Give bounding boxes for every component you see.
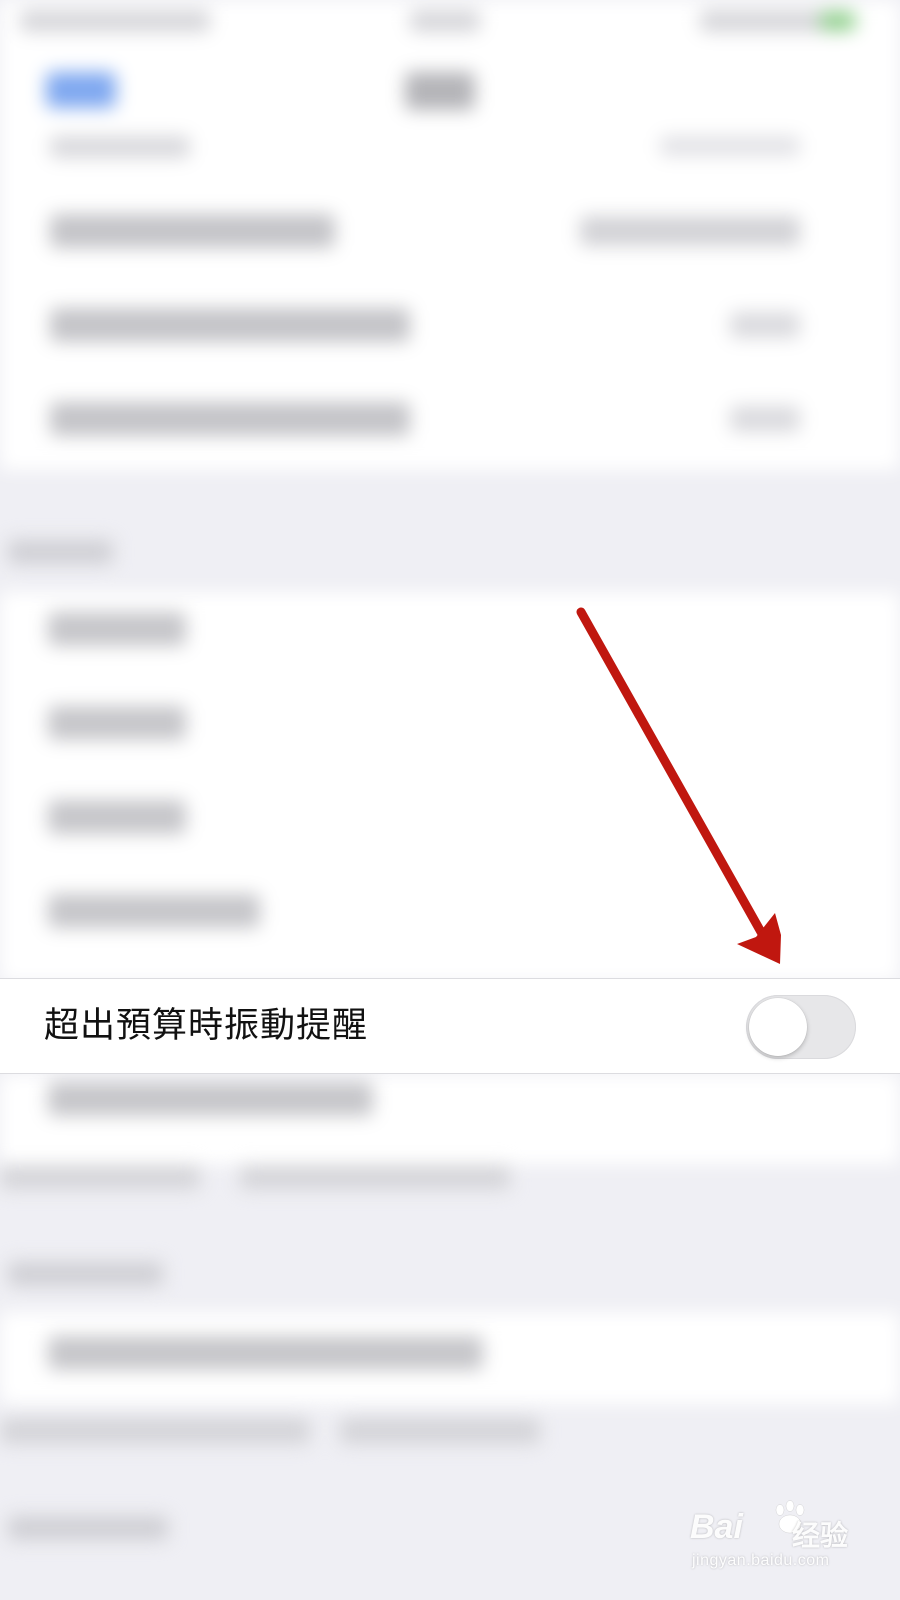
blurred-row-text xyxy=(48,800,186,834)
blurred-section-header xyxy=(8,1516,168,1540)
blurred-subheader xyxy=(50,136,190,158)
watermark-logo: Bai xyxy=(690,1508,743,1546)
blurred-row-text xyxy=(48,894,260,928)
blurred-background xyxy=(0,0,900,1600)
blurred-footnote xyxy=(340,1418,540,1444)
blurred-battery xyxy=(820,12,856,30)
blurred-back-button xyxy=(46,72,116,108)
blurred-section-header xyxy=(8,540,113,564)
blurred-status-center xyxy=(410,10,480,32)
blurred-footnote xyxy=(0,1418,310,1444)
blurred-row-value xyxy=(580,216,800,246)
blurred-section-header xyxy=(8,1262,163,1286)
blurred-row-text xyxy=(48,612,186,646)
toggle-knob xyxy=(749,998,807,1056)
blurred-row-value xyxy=(730,312,800,338)
blurred-subheader-right xyxy=(660,136,800,156)
vibration-alert-toggle[interactable] xyxy=(746,995,856,1059)
blurred-footnote xyxy=(240,1165,510,1189)
blurred-footnote xyxy=(0,1165,200,1189)
watermark-brand: 经验 xyxy=(792,1519,849,1552)
baidu-watermark: Bai 经验 jingyan.baidu.com xyxy=(688,1500,888,1580)
blurred-row-text xyxy=(50,214,335,248)
blurred-nav-title xyxy=(405,72,475,110)
blurred-row-text xyxy=(50,402,410,436)
watermark-url: jingyan.baidu.com xyxy=(692,1552,830,1569)
blurred-row-text xyxy=(48,1336,483,1370)
blurred-row-value xyxy=(730,406,800,432)
blurred-row-text xyxy=(48,1082,373,1116)
vibration-alert-row: 超出預算時振動提醒 xyxy=(0,978,900,1074)
blurred-status-time xyxy=(20,10,210,32)
blurred-row-text xyxy=(50,308,410,342)
blurred-row-text xyxy=(48,706,186,740)
vibration-alert-label: 超出預算時振動提醒 xyxy=(44,1006,369,1046)
